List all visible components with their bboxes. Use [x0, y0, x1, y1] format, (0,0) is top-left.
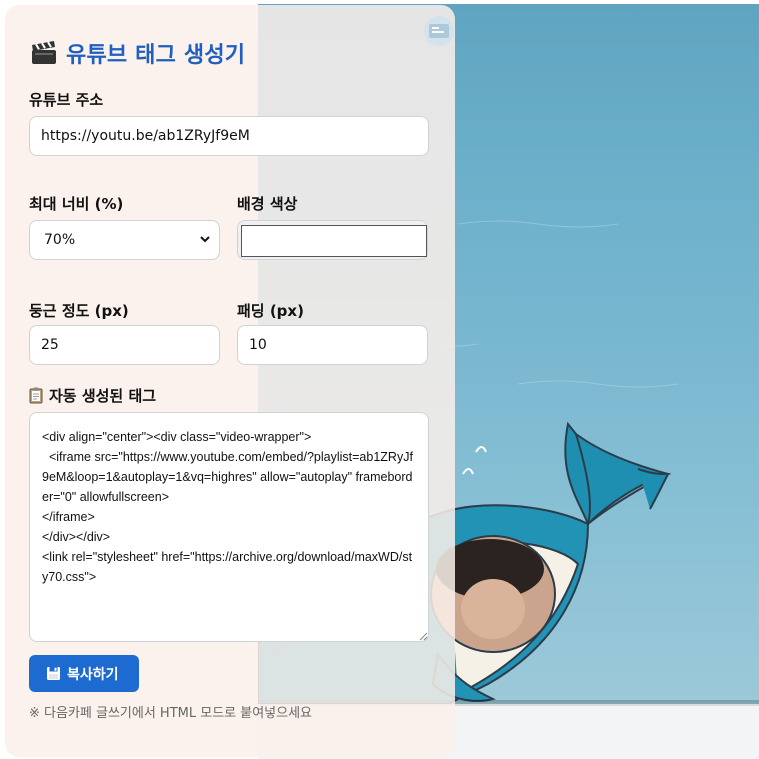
generated-tag-textarea[interactable]: <div align="center"><div class="video-wr…: [29, 412, 429, 642]
padding-input[interactable]: 10: [237, 325, 428, 365]
tag-generator-panel: 유튜브 태그 생성기 유튜브 주소 https://youtu.be/ab1ZR…: [5, 5, 455, 757]
radius-input[interactable]: 25: [29, 325, 220, 365]
usage-note: ※ 다음카페 글쓰기에서 HTML 모드로 붙여넣으세요: [29, 706, 313, 721]
chevron-down-icon: [200, 236, 210, 243]
width-select[interactable]: 70%: [29, 220, 220, 260]
floppy-disk-icon: [47, 667, 60, 680]
copy-button[interactable]: 복사하기: [29, 655, 139, 692]
output-label-row: 자동 생성된 태그: [29, 385, 156, 406]
bg-color-label: 배경 색상: [237, 195, 298, 213]
app-window: 유튜브 태그 생성기 유튜브 주소 https://youtu.be/ab1ZR…: [0, 0, 759, 759]
radius-label: 둥근 정도 (px): [29, 302, 129, 320]
clapperboard-icon: [32, 41, 56, 64]
padding-label: 패딩 (px): [237, 302, 304, 320]
profile-icon[interactable]: [423, 15, 455, 47]
bg-color-swatch: [241, 225, 427, 257]
header: 유튜브 태그 생성기: [30, 37, 245, 69]
bg-color-picker[interactable]: [237, 220, 428, 260]
width-label: 최대 너비 (%): [29, 195, 124, 213]
clipboard-icon: [29, 387, 43, 404]
copy-button-label: 복사하기: [67, 666, 119, 683]
url-label: 유튜브 주소: [29, 91, 104, 109]
page-title: 유튜브 태그 생성기: [66, 43, 246, 68]
url-input[interactable]: https://youtu.be/ab1ZRyJf9eM: [29, 116, 429, 156]
width-select-value: 70%: [44, 232, 76, 248]
output-label: 자동 생성된 태그: [49, 387, 157, 405]
resize-handle-icon[interactable]: [419, 632, 428, 641]
